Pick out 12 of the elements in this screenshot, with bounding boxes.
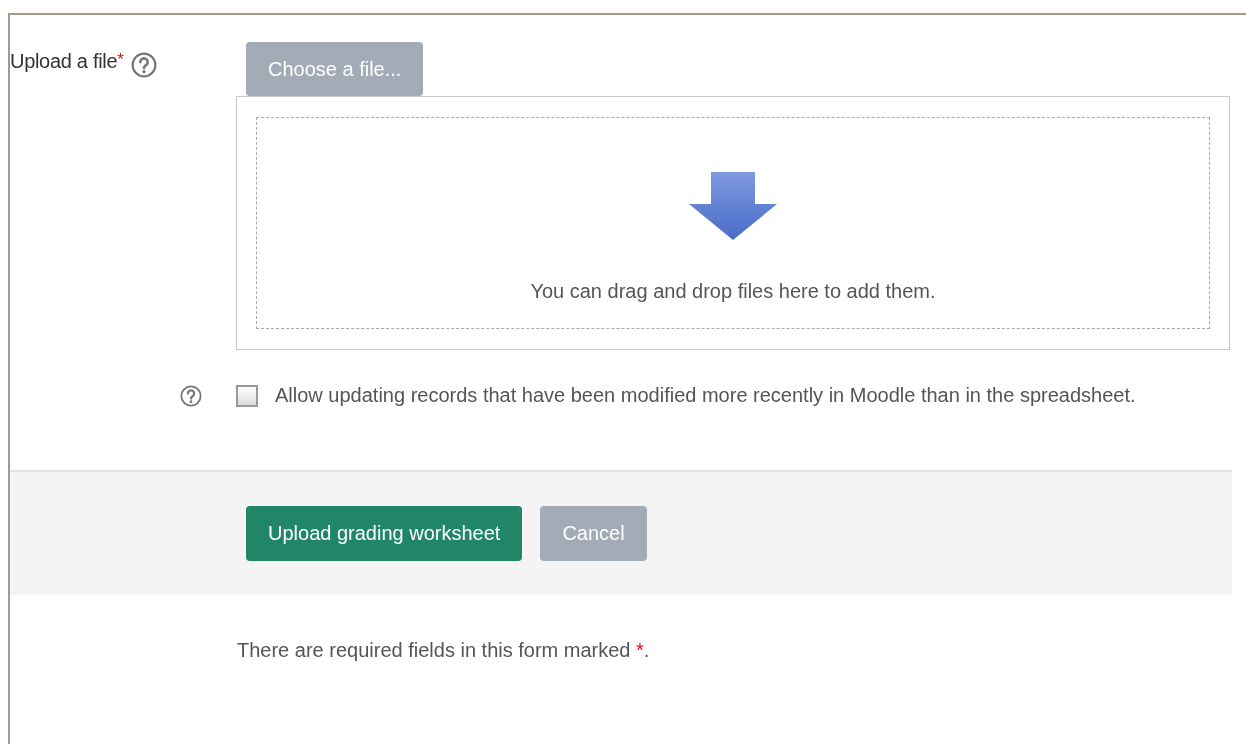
choose-file-button[interactable]: Choose a file... <box>246 42 424 96</box>
required-note: There are required fields in this form marked *. <box>237 639 651 662</box>
help-icon[interactable] <box>130 52 157 78</box>
help-icon[interactable] <box>180 385 202 407</box>
down-arrow-icon <box>689 172 777 240</box>
checkbox[interactable] <box>236 385 258 407</box>
drop-zone[interactable]: You can drag and drop files here to add them. <box>236 96 1230 350</box>
upload-button[interactable]: Upload grading worksheet <box>246 506 523 561</box>
drop-hint: You can drag and drop files here to add them. <box>530 280 936 303</box>
cancel-button[interactable]: Cancel <box>540 506 647 561</box>
checkbox-label: Allow updating records that have been modified more recently in Moodle than in the spreadsheet. <box>275 384 1136 406</box>
field-label: Upload a file* <box>10 50 124 73</box>
